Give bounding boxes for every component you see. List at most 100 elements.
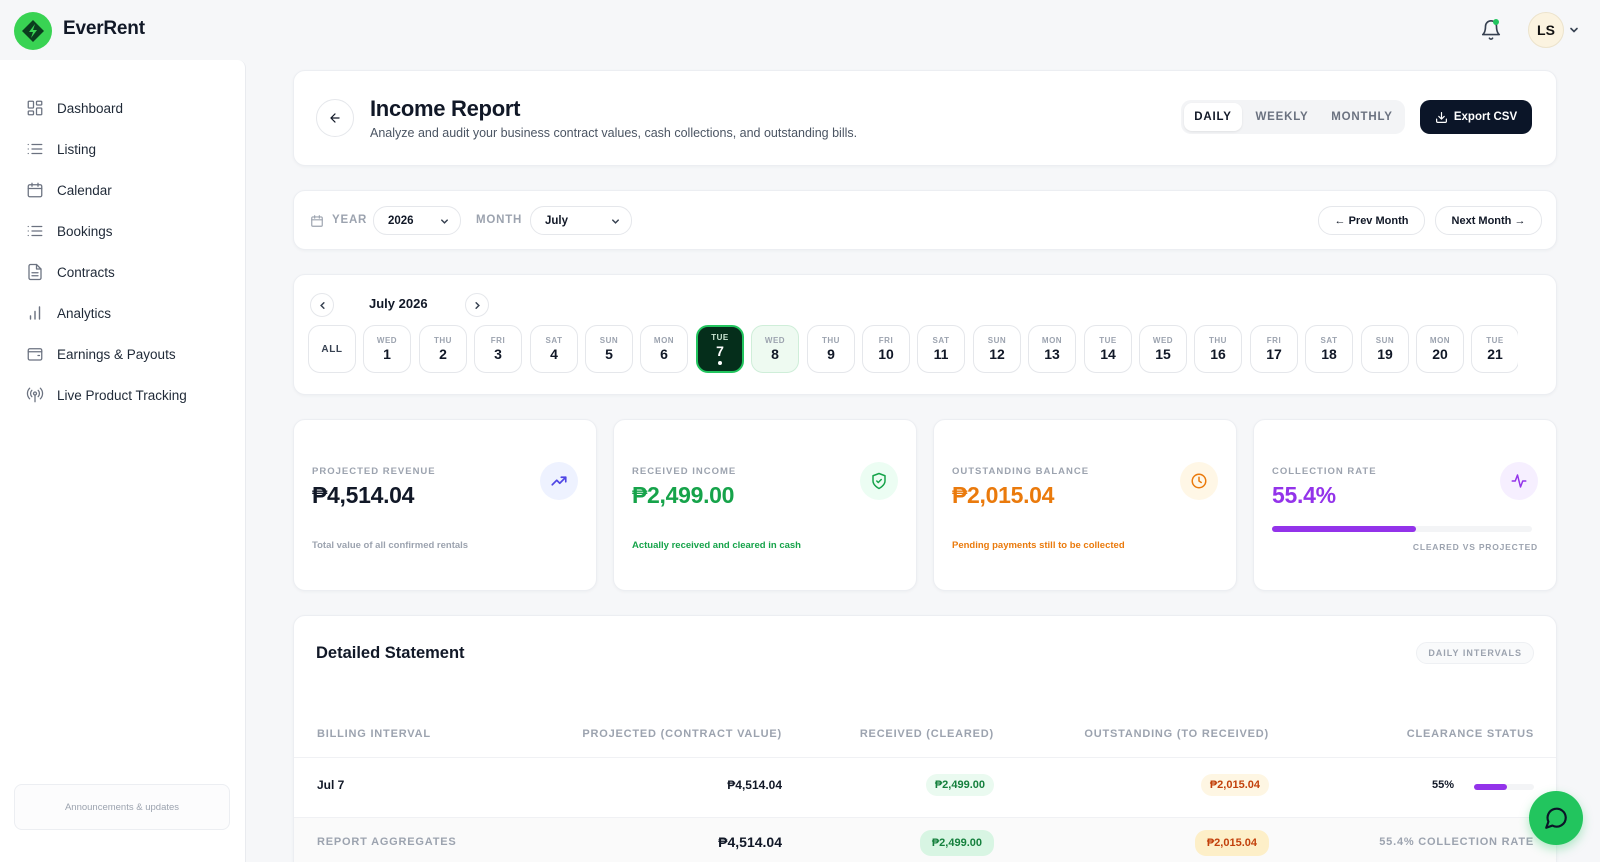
- chevron-down-icon[interactable]: [1568, 24, 1580, 36]
- year-value: 2026: [388, 214, 414, 227]
- day-button-16[interactable]: THU 16: [1194, 325, 1242, 373]
- day-button-14[interactable]: TUE 14: [1084, 325, 1132, 373]
- stat-card-collection-rate: COLLECTION RATE 55.4% CLEARED VS PROJECT…: [1253, 419, 1557, 591]
- aggregate-projected: ₱4,514.04: [718, 834, 782, 850]
- back-button[interactable]: [316, 99, 354, 137]
- sidebar-item-contracts[interactable]: Contracts: [26, 260, 115, 284]
- sidebar-item-bookings[interactable]: Bookings: [26, 219, 113, 243]
- day-number: 9: [827, 346, 835, 362]
- day-button-15[interactable]: WED 15: [1139, 325, 1187, 373]
- period-weekly-button[interactable]: WEEKLY: [1247, 103, 1317, 131]
- day-weekday: WED: [1152, 336, 1174, 345]
- period-monthly-button[interactable]: MONTHLY: [1321, 103, 1403, 131]
- chat-support-button[interactable]: [1529, 791, 1583, 845]
- day-button-21[interactable]: TUE 21: [1471, 325, 1518, 373]
- prev-day-range-button[interactable]: [310, 293, 334, 317]
- day-number: 17: [1266, 346, 1282, 362]
- sidebar-item-label: Dashboard: [57, 100, 124, 116]
- day-number: 3: [494, 346, 502, 362]
- sidebar-item-label: Analytics: [57, 305, 112, 321]
- month-select[interactable]: July: [530, 206, 632, 235]
- day-button-5[interactable]: SUN 5: [585, 325, 633, 373]
- aggregate-label: REPORT AGGREGATES: [317, 836, 457, 848]
- prev-month-button[interactable]: ← Prev Month: [1318, 206, 1425, 235]
- collection-rate-bar: [1272, 526, 1532, 532]
- day-weekday: TUE: [1486, 336, 1504, 345]
- day-button-12[interactable]: SUN 12: [973, 325, 1021, 373]
- column-header-interval: BILLING INTERVAL: [317, 728, 431, 740]
- day-number: 5: [605, 346, 613, 362]
- next-month-button[interactable]: Next Month →: [1435, 206, 1542, 235]
- notification-dot: [1493, 19, 1499, 25]
- row-status-bar: [1474, 784, 1534, 790]
- sidebar-item-label: Contracts: [57, 264, 115, 280]
- filters-card: YEAR 2026 MONTH July ← Prev Month Next M…: [293, 190, 1557, 250]
- next-day-range-button[interactable]: [465, 293, 489, 317]
- day-number: 14: [1100, 346, 1116, 362]
- day-weekday: TUE: [711, 333, 729, 342]
- day-weekday: FRI: [490, 336, 506, 345]
- day-button-20[interactable]: MON 20: [1416, 325, 1464, 373]
- sidebar-item-label: Listing: [57, 141, 97, 157]
- month-value: July: [545, 214, 569, 227]
- year-label: YEAR: [332, 214, 368, 226]
- outstanding-value: ₱2,015.04: [952, 482, 1055, 508]
- day-button-17[interactable]: FRI 17: [1250, 325, 1298, 373]
- period-toggle: DAILY WEEKLY MONTHLY: [1181, 100, 1405, 134]
- shield-check-icon: [860, 462, 898, 500]
- rate-caption: CLEARED VS PROJECTED: [1412, 542, 1538, 552]
- row-received-chip: ₱2,499.00: [925, 774, 994, 796]
- day-weekday: THU: [822, 336, 840, 345]
- user-avatar[interactable]: LS: [1528, 12, 1564, 48]
- chevron-down-icon: [612, 219, 619, 224]
- day-all-button[interactable]: ALL: [308, 325, 356, 373]
- sidebar-item-live-tracking[interactable]: Live Product Tracking: [26, 383, 187, 407]
- day-strip: ALL WED 1 THU 2 FRI 3 SAT 4 SUN 5 MON 6 TUE 7 WED 8 THU 9 F…: [308, 325, 1518, 375]
- period-daily-button[interactable]: DAILY: [1184, 103, 1242, 131]
- sidebar-item-earnings[interactable]: Earnings & Payouts: [26, 342, 176, 366]
- brand-logo-icon[interactable]: [14, 12, 52, 50]
- sidebar-item-label: Calendar: [57, 182, 112, 198]
- day-button-7[interactable]: TUE 7: [696, 325, 744, 373]
- day-button-11[interactable]: SAT 11: [917, 325, 965, 373]
- column-header-received: RECEIVED (CLEARED): [859, 728, 994, 740]
- day-weekday: MON: [1429, 336, 1451, 345]
- day-button-19[interactable]: SUN 19: [1361, 325, 1409, 373]
- day-number: 19: [1377, 346, 1393, 362]
- day-button-18[interactable]: SAT 18: [1305, 325, 1353, 373]
- sidebar-item-dashboard[interactable]: Dashboard: [26, 96, 123, 120]
- sidebar-item-calendar[interactable]: Calendar: [26, 178, 112, 202]
- row-status-percent: 55%: [1431, 779, 1454, 791]
- day-number: 18: [1321, 346, 1337, 362]
- day-button-4[interactable]: SAT 4: [530, 325, 578, 373]
- day-button-3[interactable]: FRI 3: [474, 325, 522, 373]
- day-button-1[interactable]: WED 1: [363, 325, 411, 373]
- aggregate-status: 55.4% COLLECTION RATE: [1379, 836, 1534, 848]
- day-weekday: FRI: [878, 336, 894, 345]
- stat-card-projected: PROJECTED REVENUE ₱4,514.04 Total value …: [293, 419, 597, 591]
- day-number: 4: [550, 346, 558, 362]
- day-button-9[interactable]: THU 9: [807, 325, 855, 373]
- detailed-statement-card: Detailed Statement DAILY INTERVALS BILLI…: [293, 615, 1557, 862]
- day-number: 20: [1432, 346, 1448, 362]
- sidebar-item-listing[interactable]: Listing: [26, 137, 96, 161]
- stat-card-received: RECEIVED INCOME ₱2,499.00 Actually recei…: [613, 419, 917, 591]
- sidebar-item-analytics[interactable]: Analytics: [26, 301, 111, 325]
- year-select[interactable]: 2026: [373, 206, 461, 235]
- day-weekday: WED: [764, 336, 786, 345]
- day-picker-card: July 2026 ALL WED 1 THU 2 FRI 3 SAT 4 SUN 5 MON 6 TUE…: [293, 274, 1557, 395]
- day-button-10[interactable]: FRI 10: [862, 325, 910, 373]
- calendar-icon: [311, 215, 323, 227]
- day-button-8[interactable]: WED 8: [751, 325, 799, 373]
- day-weekday: SUN: [1375, 336, 1395, 345]
- day-number: 15: [1155, 346, 1171, 362]
- received-label: RECEIVED INCOME: [632, 466, 737, 477]
- day-weekday: TUE: [1099, 336, 1117, 345]
- day-button-2[interactable]: THU 2: [419, 325, 467, 373]
- day-button-13[interactable]: MON 13: [1028, 325, 1076, 373]
- arrow-left-icon: [330, 113, 340, 123]
- export-csv-button[interactable]: Export CSV: [1420, 100, 1532, 134]
- day-weekday: SAT: [1320, 336, 1338, 345]
- announcements-panel[interactable]: Announcements & updates: [14, 784, 230, 830]
- day-button-6[interactable]: MON 6: [640, 325, 688, 373]
